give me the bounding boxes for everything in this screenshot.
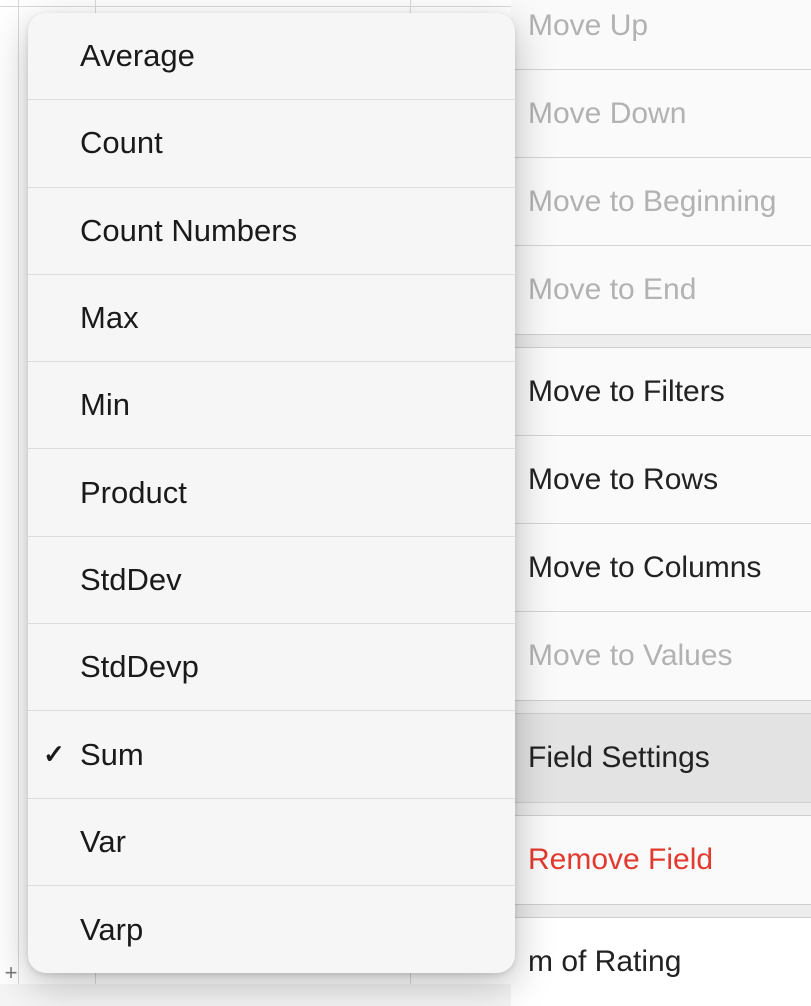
menu-move-down: Move Down: [511, 70, 811, 158]
agg-option-label: Average: [80, 38, 515, 74]
agg-option-label: StdDevp: [80, 649, 515, 685]
summarize-by-submenu: Average Count Count Numbers Max Min Prod…: [28, 13, 515, 973]
agg-option-label: Var: [80, 824, 515, 860]
menu-separator: [511, 904, 811, 918]
agg-option-max[interactable]: Max: [28, 275, 515, 362]
agg-option-label: Min: [80, 387, 515, 423]
agg-option-min[interactable]: Min: [28, 362, 515, 449]
agg-option-label: Count: [80, 125, 515, 161]
menu-move-to-beginning: Move to Beginning: [511, 158, 811, 246]
agg-option-product[interactable]: Product: [28, 449, 515, 536]
agg-option-average[interactable]: Average: [28, 13, 515, 100]
menu-move-to-columns[interactable]: Move to Columns: [511, 524, 811, 612]
agg-option-label: Max: [80, 300, 515, 336]
value-field-pill-partial[interactable]: m of Rating: [511, 918, 811, 1006]
agg-option-count-numbers[interactable]: Count Numbers: [28, 188, 515, 275]
agg-option-count[interactable]: Count: [28, 100, 515, 187]
menu-move-to-values: Move to Values: [511, 612, 811, 700]
menu-remove-field[interactable]: Remove Field: [511, 816, 811, 904]
agg-option-stddev[interactable]: StdDev: [28, 537, 515, 624]
menu-separator: [511, 700, 811, 714]
menu-move-to-end: Move to End: [511, 246, 811, 334]
agg-option-var[interactable]: Var: [28, 799, 515, 886]
agg-option-stddevp[interactable]: StdDevp: [28, 624, 515, 711]
agg-option-label: StdDev: [80, 562, 515, 598]
agg-option-varp[interactable]: Varp: [28, 886, 515, 973]
agg-option-label: Product: [80, 475, 515, 511]
field-context-menu: Move Up Move Down Move to Beginning Move…: [511, 0, 811, 1006]
menu-move-to-rows[interactable]: Move to Rows: [511, 436, 811, 524]
menu-separator: [511, 334, 811, 348]
menu-separator: [511, 802, 811, 816]
agg-option-label: Count Numbers: [80, 213, 515, 249]
agg-option-label: Varp: [80, 912, 515, 948]
check-icon: ✓: [28, 739, 80, 770]
menu-move-to-filters[interactable]: Move to Filters: [511, 348, 811, 436]
agg-option-sum[interactable]: ✓ Sum: [28, 711, 515, 798]
agg-option-label: Sum: [80, 737, 515, 773]
menu-move-up: Move Up: [511, 0, 811, 70]
menu-field-settings[interactable]: Field Settings: [511, 714, 811, 802]
add-sheet-icon[interactable]: +: [0, 962, 22, 984]
